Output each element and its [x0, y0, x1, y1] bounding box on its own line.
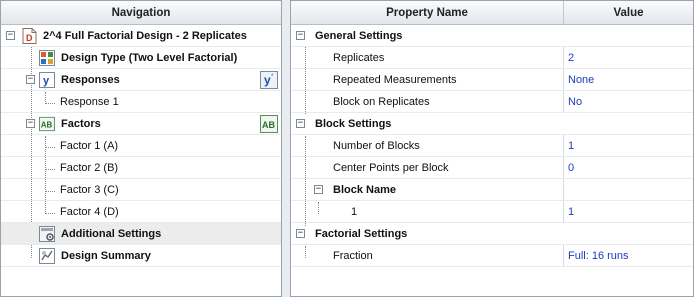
summary-icon: [39, 248, 55, 264]
property-value-select[interactable]: Full: 16 runs: [565, 245, 693, 266]
tree-item-design-summary[interactable]: Design Summary: [1, 245, 281, 267]
section-block-settings[interactable]: − Block Settings: [291, 113, 693, 135]
collapse-responses-toggle[interactable]: −: [26, 75, 35, 84]
design-type-icon: [39, 50, 55, 66]
tree-item-response-1[interactable]: Response 1: [1, 91, 281, 113]
document-d-icon: D: [21, 28, 37, 44]
property-name: 1: [351, 205, 358, 218]
tree-item-factors[interactable]: − AB Factors AB: [1, 113, 281, 135]
property-row-center-points[interactable]: Center Points per Block 0: [291, 157, 693, 179]
design-root-label: 2^4 Full Factorial Design - 2 Replicates: [43, 29, 247, 42]
navigation-panel: Navigation − D 2^4 Full Factorial Design…: [0, 0, 282, 297]
factors-label: Factors: [61, 117, 101, 130]
factor-item-label: Factor 4 (D): [60, 205, 119, 218]
subsection-title: Block Name: [333, 183, 396, 196]
navigation-header: Navigation: [1, 1, 281, 25]
property-value-input[interactable]: 1: [565, 201, 693, 222]
design-type-label: Design Type (Two Level Factorial): [61, 51, 238, 64]
additional-settings-label: Additional Settings: [61, 227, 162, 240]
add-factor-ab-icon[interactable]: AB: [260, 115, 278, 133]
collapse-factorial-settings-toggle[interactable]: −: [296, 229, 305, 238]
factor-item-label: Factor 1 (A): [60, 139, 119, 152]
properties-header: Property Name Value: [291, 1, 693, 25]
tree-item-factor-3[interactable]: Factor 3 (C): [1, 179, 281, 201]
tree-item-factor-1[interactable]: Factor 1 (A): [1, 135, 281, 157]
responses-label: Responses: [61, 73, 120, 86]
property-name: Repeated Measurements: [333, 73, 457, 86]
collapse-general-settings-toggle[interactable]: −: [296, 31, 305, 40]
property-name-column-header[interactable]: Property Name: [291, 1, 564, 24]
property-row-replicates[interactable]: Replicates 2: [291, 47, 693, 69]
section-title: Block Settings: [315, 117, 392, 130]
tree-item-factor-4[interactable]: Factor 4 (D): [1, 201, 281, 223]
property-name: Center Points per Block: [333, 161, 449, 174]
response-item-label: Response 1: [60, 95, 119, 108]
property-row-number-of-blocks[interactable]: Number of Blocks 1: [291, 135, 693, 157]
svg-text:D: D: [26, 33, 33, 43]
factor-ab-icon: AB: [39, 116, 55, 132]
factor-item-label: Factor 2 (B): [60, 161, 119, 174]
navigation-header-label: Navigation: [111, 6, 171, 19]
collapse-block-settings-toggle[interactable]: −: [296, 119, 305, 128]
property-row-repeated-measurements[interactable]: Repeated Measurements None: [291, 69, 693, 91]
design-summary-label: Design Summary: [61, 249, 151, 262]
property-name: Block on Replicates: [333, 95, 430, 108]
factor-item-label: Factor 3 (C): [60, 183, 119, 196]
properties-panel: Property Name Value − General Settings R…: [290, 0, 694, 297]
add-response-y-icon[interactable]: y *: [260, 71, 278, 89]
property-value-select[interactable]: No: [565, 91, 693, 112]
svg-text:y: y: [43, 75, 50, 87]
tree-item-responses[interactable]: − y Responses y *: [1, 69, 281, 91]
settings-gear-icon: [39, 226, 55, 242]
svg-text:AB: AB: [41, 121, 53, 130]
section-title: General Settings: [315, 29, 403, 42]
property-value-input[interactable]: 0: [565, 157, 693, 178]
property-row-fraction[interactable]: Fraction Full: 16 runs: [291, 245, 693, 267]
collapse-factors-toggle[interactable]: −: [26, 119, 35, 128]
tree-item-additional-settings[interactable]: Additional Settings: [1, 223, 281, 245]
property-value-select[interactable]: None: [565, 69, 693, 90]
property-row-block-on-replicates[interactable]: Block on Replicates No: [291, 91, 693, 113]
section-factorial-settings[interactable]: − Factorial Settings: [291, 223, 693, 245]
subsection-block-name[interactable]: − Block Name: [291, 179, 693, 201]
property-row-block-name-1[interactable]: 1 1: [291, 201, 693, 223]
property-value-input[interactable]: 1: [565, 135, 693, 156]
section-title: Factorial Settings: [315, 227, 408, 240]
tree-root-row[interactable]: − D 2^4 Full Factorial Design - 2 Replic…: [1, 25, 281, 47]
property-name: Number of Blocks: [333, 139, 420, 152]
tree-item-design-type[interactable]: Design Type (Two Level Factorial): [1, 47, 281, 69]
value-column-header[interactable]: Value: [564, 1, 693, 24]
tree-item-factor-2[interactable]: Factor 2 (B): [1, 157, 281, 179]
svg-text:AB: AB: [262, 120, 275, 130]
property-name: Fraction: [333, 249, 373, 262]
response-y-icon: y: [39, 72, 55, 88]
property-value-input[interactable]: 2: [565, 47, 693, 68]
collapse-root-toggle[interactable]: −: [6, 31, 15, 40]
svg-text:y: y: [264, 73, 271, 87]
property-name: Replicates: [333, 51, 385, 64]
section-general-settings[interactable]: − General Settings: [291, 25, 693, 47]
collapse-block-name-toggle[interactable]: −: [314, 185, 323, 194]
